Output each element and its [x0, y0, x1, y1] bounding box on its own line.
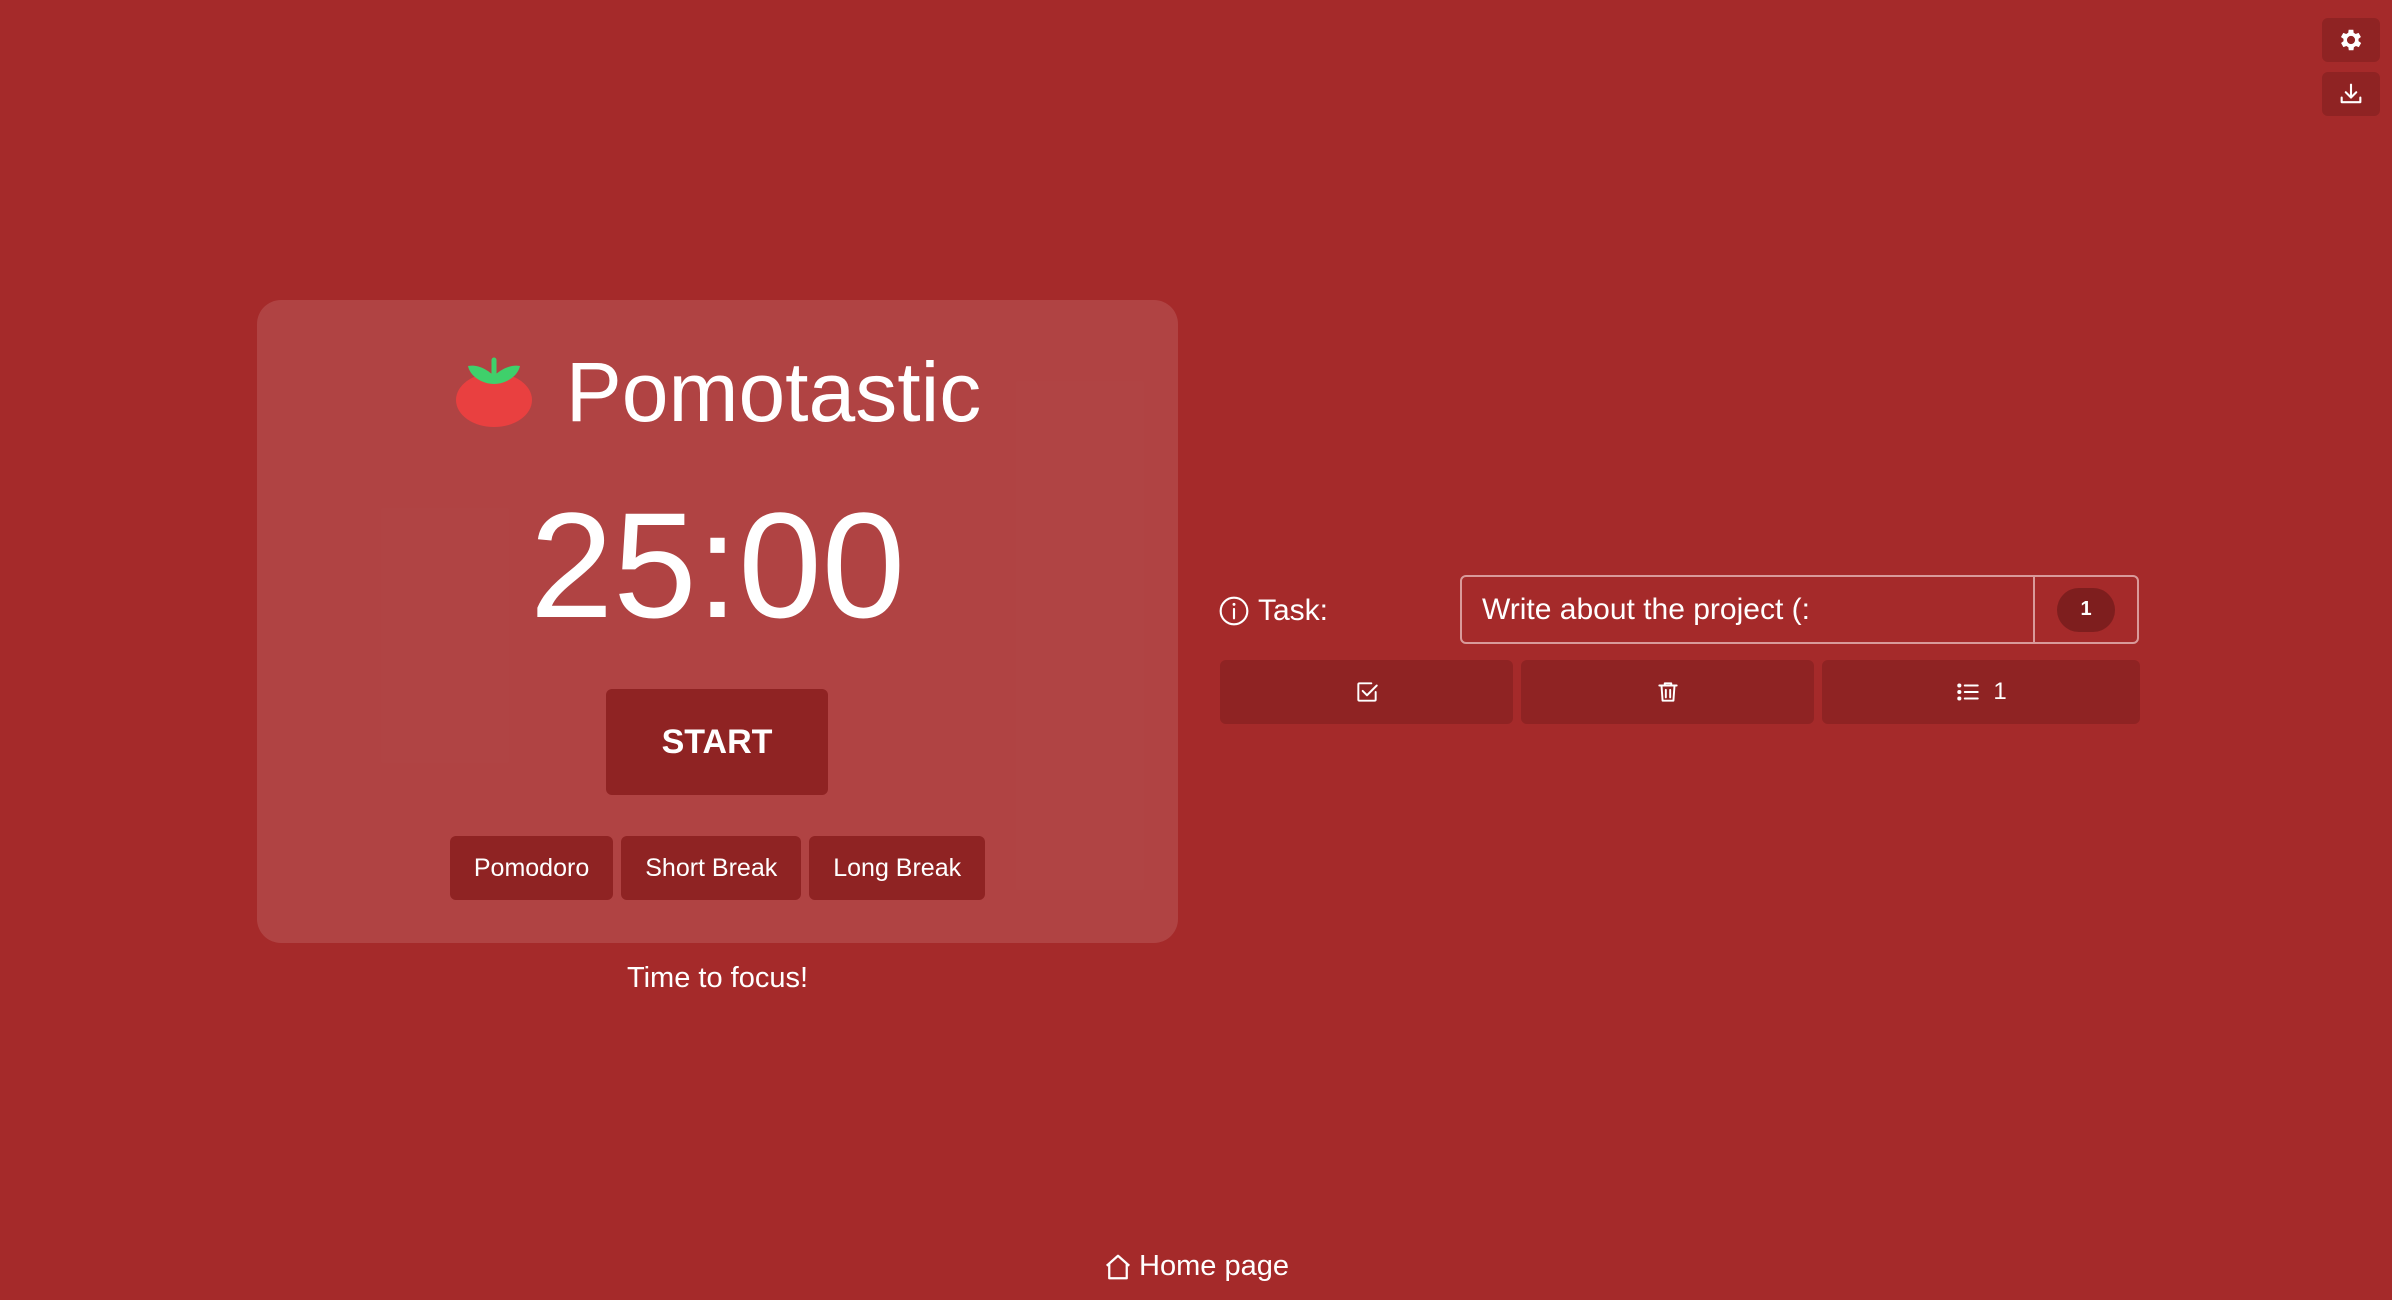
task-input[interactable] [1462, 577, 2033, 642]
task-label-text: Task: [1258, 594, 1329, 627]
pomodoro-mode-button[interactable]: Pomodoro [449, 836, 614, 900]
info-icon[interactable] [1218, 595, 1250, 627]
brand-header: Pomotastic [257, 350, 1178, 434]
task-input-group: 1 [1460, 575, 2139, 644]
settings-button[interactable] [2322, 18, 2380, 62]
home-page-label: Home page [1139, 1250, 1289, 1282]
task-list-button[interactable]: 1 [1822, 660, 2140, 724]
short-break-mode-button[interactable]: Short Break [621, 836, 802, 900]
download-icon [2340, 83, 2362, 104]
task-count-cell: 1 [2033, 577, 2137, 642]
list-icon [1957, 683, 1980, 701]
gear-icon [2340, 29, 2362, 51]
timer-card: Pomotastic 25:00 START Pomodoro Short Br… [257, 300, 1178, 943]
tomato-icon [455, 357, 532, 427]
trash-icon [1657, 682, 1678, 702]
long-break-mode-button[interactable]: Long Break [809, 836, 986, 900]
check-square-icon [1356, 682, 1378, 702]
task-label: Task: [1218, 594, 1328, 628]
app-title: Pomotastic [565, 345, 982, 439]
complete-task-button[interactable] [1220, 660, 1513, 724]
task-count-badge[interactable]: 1 [2057, 587, 2115, 632]
home-page-link[interactable]: Home page [0, 1250, 2392, 1283]
start-button[interactable]: START [606, 689, 828, 795]
delete-task-button[interactable] [1521, 660, 1814, 724]
timer-display: 25:00 [529, 481, 906, 649]
mode-selector: Pomodoro Short Break Long Break [257, 836, 1178, 900]
home-icon [1106, 1254, 1131, 1279]
top-actions [2322, 18, 2380, 116]
task-actions: 1 [1220, 660, 2140, 724]
download-button[interactable] [2322, 72, 2380, 116]
task-list-count: 1 [1993, 678, 2007, 705]
focus-message: Time to focus! [626, 962, 809, 994]
